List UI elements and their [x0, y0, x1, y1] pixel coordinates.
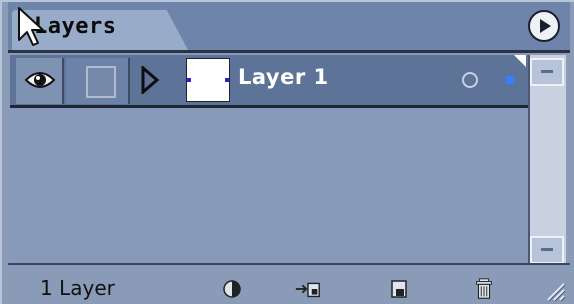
- thumbnail-marker-left: [187, 78, 191, 82]
- visibility-toggle[interactable]: [16, 58, 64, 104]
- play-circle-icon: [540, 19, 551, 33]
- target-circle-icon[interactable]: [462, 72, 478, 88]
- expand-triangle-icon[interactable]: [140, 66, 160, 94]
- new-fill-adjustment-icon[interactable]: [294, 277, 322, 301]
- tab-label: Layers: [34, 14, 117, 39]
- row-separator: [10, 105, 528, 108]
- corner-fold: [514, 55, 526, 67]
- panel-menu-button[interactable]: [528, 10, 560, 42]
- trash-icon[interactable]: [470, 277, 498, 301]
- layers-panel: Layers Layer 1 1 Layer: [0, 0, 574, 304]
- layer-link-toggle[interactable]: [66, 58, 130, 104]
- scroll-up-button[interactable]: [530, 58, 564, 86]
- layer-thumbnail: [186, 58, 230, 102]
- layer-mask-icon[interactable]: [218, 277, 246, 301]
- vertical-scrollbar[interactable]: [528, 55, 566, 263]
- eye-icon: [24, 72, 56, 88]
- link-checkbox: [86, 66, 116, 98]
- resize-grip-icon[interactable]: [540, 278, 566, 302]
- scroll-down-button[interactable]: [530, 236, 564, 264]
- new-layer-icon[interactable]: [384, 277, 412, 301]
- selection-indicator-icon: [506, 76, 514, 84]
- thumbnail-marker-right: [225, 78, 229, 82]
- layer-name[interactable]: Layer 1: [238, 65, 329, 89]
- layer-count: 1 Layer: [40, 276, 115, 300]
- mouse-cursor-icon: [18, 7, 44, 46]
